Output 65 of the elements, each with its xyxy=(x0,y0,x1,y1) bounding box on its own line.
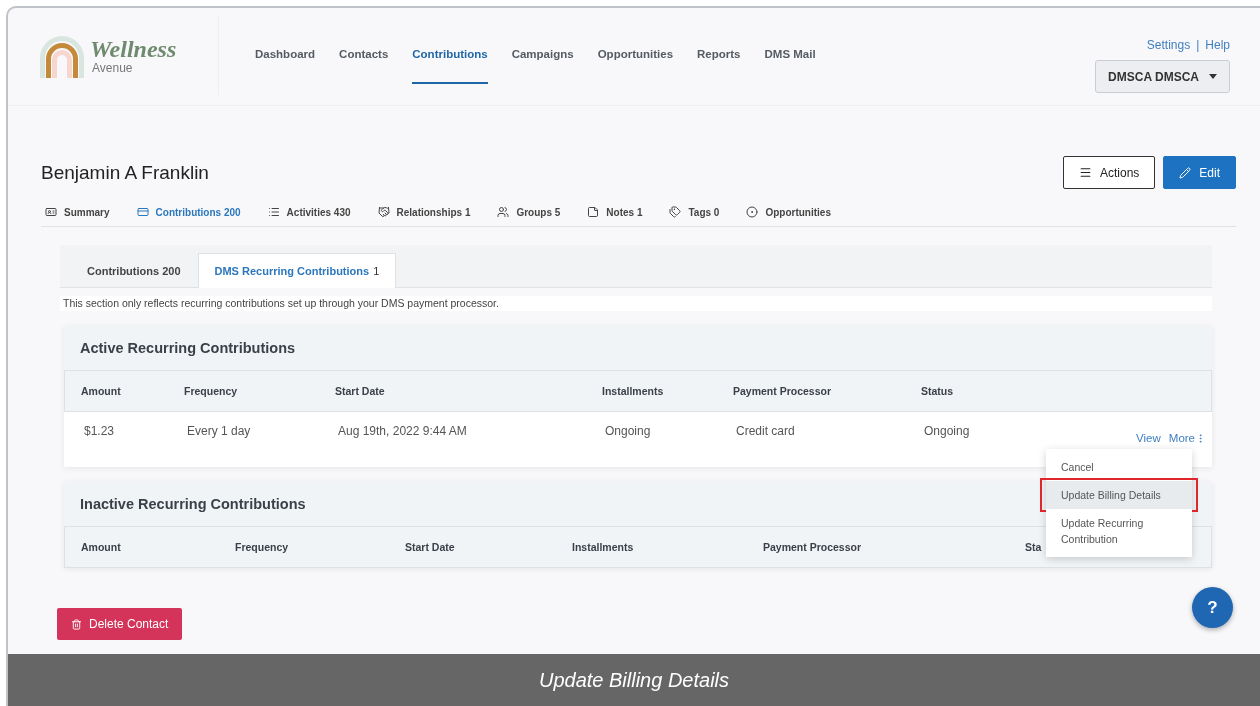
nav-tab[interactable]: Reports xyxy=(697,48,741,84)
menu-icon xyxy=(1078,166,1092,179)
tags-icon xyxy=(669,206,682,218)
edit-button[interactable]: Edit xyxy=(1163,156,1236,189)
table-cell-text: Credit card xyxy=(735,424,796,438)
list-icon xyxy=(267,206,280,218)
column-header: Payment Processor xyxy=(733,385,833,397)
nav-tab[interactable]: Opportunities xyxy=(597,48,674,84)
nav-tab[interactable]: Campaigns xyxy=(511,48,574,84)
content-tab[interactable]: DMS Recurring Contributions 1 xyxy=(197,253,397,288)
section-tab[interactable]: Summary xyxy=(45,206,110,218)
section-tab[interactable]: Notes 1 xyxy=(587,206,643,218)
column-header: Start Date xyxy=(335,385,386,397)
menu-item[interactable]: Cancel xyxy=(1046,453,1192,481)
nav-tab[interactable]: Contributions xyxy=(412,48,488,84)
table-cell-text: $1.23 xyxy=(83,424,116,438)
menu-item[interactable]: Update Recurring Contribution xyxy=(1046,509,1192,553)
id-card-icon xyxy=(45,206,57,218)
section-tab[interactable]: Groups 5 xyxy=(497,206,561,218)
nav-tab[interactable]: DMS Mail xyxy=(764,48,816,84)
handshake-icon xyxy=(377,206,390,218)
section-tab[interactable]: Activities 430 xyxy=(267,206,351,218)
rainbow-logo-icon xyxy=(38,33,86,78)
trash-icon xyxy=(71,618,82,630)
nav-tab[interactable]: Contacts xyxy=(339,48,389,84)
section-tab[interactable]: Contributions 200 xyxy=(136,206,241,218)
column-header: Installments xyxy=(602,385,665,397)
credit-card-icon xyxy=(136,206,149,218)
section-tab[interactable]: Tags 0 xyxy=(669,206,720,218)
pencil-icon xyxy=(1179,166,1192,179)
circle-dot-icon xyxy=(746,206,759,218)
table-cell-text: Every 1 day xyxy=(186,424,252,438)
contact-name: Benjamin A Franklin xyxy=(41,161,209,184)
section-tab[interactable]: Relationships 1 xyxy=(377,206,471,218)
content-tab[interactable]: Contributions 200 xyxy=(70,253,198,288)
more-link[interactable]: More xyxy=(1168,432,1206,444)
table-cell-text: Ongoing xyxy=(604,424,652,438)
header-link[interactable]: Settings xyxy=(1146,38,1191,52)
menu-item[interactable]: Update Billing Details xyxy=(1046,481,1192,509)
section-tab[interactable]: Opportunities xyxy=(746,206,831,218)
table-cell-text: Aug 19th, 2022 9:44 AM xyxy=(337,424,468,438)
column-header: Status xyxy=(921,385,955,397)
column-header: Frequency xyxy=(184,385,239,397)
header-link[interactable]: Help xyxy=(1205,38,1230,52)
user-menu-button[interactable]: DMSCA DMSCA xyxy=(1095,60,1230,93)
column-header: Installments xyxy=(572,541,635,553)
column-header: Start Date xyxy=(405,541,456,553)
actions-button[interactable]: Actions xyxy=(1062,156,1156,189)
column-header: Sta xyxy=(1025,541,1043,553)
view-link[interactable]: View xyxy=(1136,432,1161,444)
note-icon xyxy=(587,206,600,218)
link-separator: | xyxy=(1196,38,1200,52)
column-header: Amount xyxy=(81,385,122,397)
delete-contact-button[interactable]: Delete Contact xyxy=(57,608,183,640)
logo-tagline: Avenue xyxy=(92,60,134,75)
people-icon xyxy=(497,206,510,218)
nav-tab[interactable]: Dashboard xyxy=(255,48,316,84)
column-header: Amount xyxy=(81,541,122,553)
notice-text: This section only reflects recurring contributions set up through your DMS payment processor. xyxy=(60,296,1212,311)
logo-name: Wellness xyxy=(90,36,177,61)
caret-icon xyxy=(1209,74,1217,79)
caption-bar: Update Billing Details xyxy=(8,654,1260,706)
column-header: Payment Processor xyxy=(763,541,863,553)
column-header: Frequency xyxy=(235,541,290,553)
section-title: Active Recurring Contributions xyxy=(64,326,1212,371)
